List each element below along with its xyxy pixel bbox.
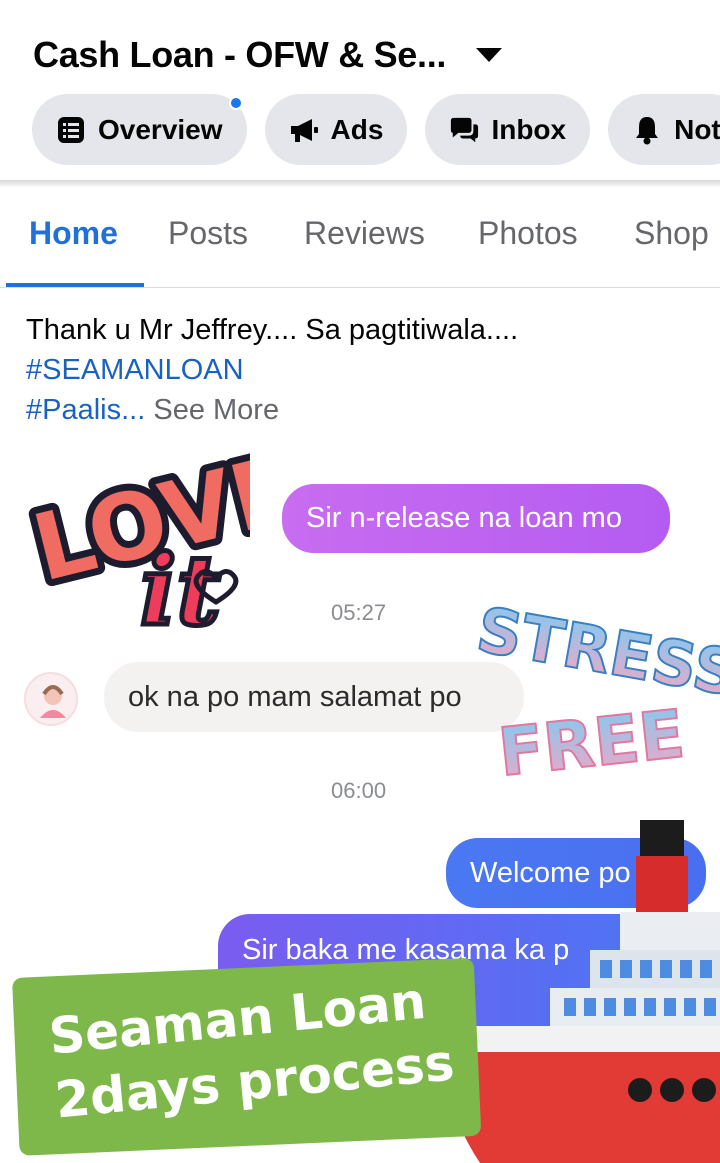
message-bubble-incoming: ok na po mam salamat po bbox=[104, 662, 524, 732]
love-it-sticker: LOVE LOVE it bbox=[20, 446, 250, 646]
tab-photos[interactable]: Photos bbox=[478, 215, 578, 252]
list-icon bbox=[56, 115, 86, 145]
tab-home[interactable]: Home bbox=[29, 215, 118, 252]
overview-label: Overview bbox=[98, 113, 223, 145]
stress-free-sticker: STRESS FREE bbox=[471, 592, 720, 793]
post-caption: Thank u Mr Jeffrey.... Sa pagtitiwala...… bbox=[26, 310, 518, 430]
inbox-button[interactable]: Inbox bbox=[425, 94, 591, 165]
timestamp: 06:00 bbox=[331, 778, 387, 803]
ship-sticker bbox=[440, 820, 720, 1163]
page-header: Cash Loan - OFW & Se... Overview Ads Inb… bbox=[0, 0, 720, 183]
tab-shop[interactable]: Shop bbox=[634, 215, 709, 252]
ads-label: Ads bbox=[330, 113, 384, 145]
page-tabs: Home Posts Reviews Photos Shop bbox=[0, 190, 720, 288]
hashtag-link[interactable]: #Paalis... bbox=[26, 394, 145, 426]
see-more-link[interactable]: See More bbox=[153, 394, 279, 426]
megaphone-icon bbox=[289, 115, 319, 145]
bell-icon bbox=[632, 115, 662, 145]
notifications-button[interactable]: Not bbox=[608, 94, 720, 165]
post-image[interactable]: LOVE LOVE it Sir n-release na loan mo 05… bbox=[0, 440, 720, 1163]
active-tab-indicator bbox=[6, 283, 144, 287]
hashtag-link[interactable]: #SEAMANLOAN bbox=[26, 350, 518, 390]
notification-dot bbox=[228, 96, 243, 110]
timestamp: 05:27 bbox=[331, 600, 387, 625]
tab-reviews[interactable]: Reviews bbox=[304, 215, 425, 252]
ads-button[interactable]: Ads bbox=[264, 94, 408, 165]
avatar bbox=[24, 672, 78, 726]
message-bubble-outgoing: Sir n-release na loan mo bbox=[282, 484, 670, 553]
message-text: Sir n-release na loan mo bbox=[306, 502, 622, 534]
stress-text: STRESS bbox=[472, 593, 720, 711]
message-text: ok na po mam salamat po bbox=[128, 680, 462, 713]
notifications-label: Not bbox=[674, 113, 720, 145]
banner-text: Seaman Loan 2days process bbox=[46, 967, 457, 1133]
admin-tools-row: Overview Ads Inbox Not bbox=[32, 94, 720, 165]
overview-button[interactable]: Overview bbox=[32, 94, 247, 165]
header-divider bbox=[0, 180, 720, 188]
chat-icon bbox=[449, 115, 479, 145]
post-text: Thank u Mr Jeffrey.... Sa pagtitiwala...… bbox=[26, 314, 519, 346]
caret-down-icon[interactable] bbox=[476, 48, 503, 62]
free-text: FREE bbox=[495, 695, 688, 791]
it-text: it bbox=[140, 534, 221, 646]
promo-banner: Seaman Loan 2days process bbox=[12, 957, 482, 1156]
page-title: Cash Loan - OFW & Se... bbox=[33, 34, 447, 75]
page-switcher[interactable]: Cash Loan - OFW & Se... bbox=[33, 34, 503, 76]
tab-posts[interactable]: Posts bbox=[168, 215, 248, 252]
inbox-label: Inbox bbox=[491, 113, 567, 145]
